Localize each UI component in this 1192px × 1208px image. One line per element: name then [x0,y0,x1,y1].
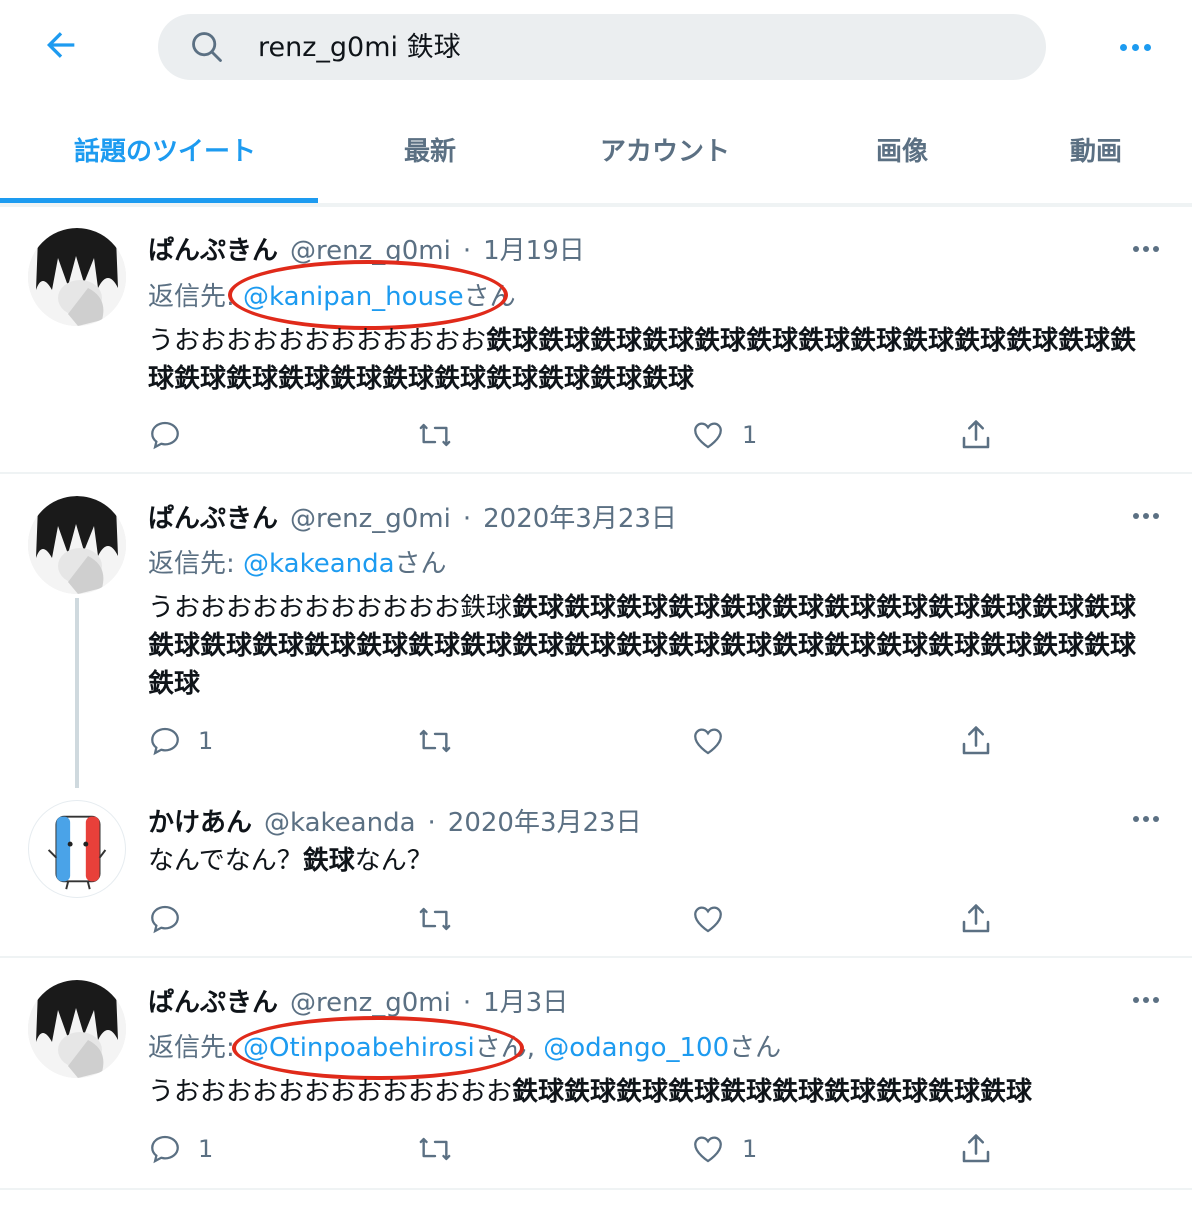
back-arrow-icon [47,32,75,58]
share-button[interactable] [958,900,994,938]
reply-to-link[interactable]: @kakeanda [243,549,395,579]
tweet-date[interactable]: 1月3日 [483,982,568,1019]
tab-top-tweets[interactable]: 話題のツイート [20,132,310,172]
tweet-more-button[interactable] [1126,987,1166,1013]
tweet-date[interactable]: 2020年3月23日 [483,498,677,535]
retweet-button[interactable] [416,722,470,760]
more-icon [1133,997,1139,1003]
separator-dot: · [462,236,472,266]
more-icon [1119,43,1127,51]
tweet-text: うおおおおおおおおおおおおお鉄球鉄球鉄球鉄球鉄球鉄球鉄球鉄球鉄球鉄球 [148,1077,1033,1107]
red-annotation-circle [232,1016,524,1080]
red-annotation-circle [228,260,508,330]
tabs-divider [0,203,1192,207]
row-divider [0,472,1192,474]
reply-icon [151,1135,179,1164]
tab-images[interactable]: 画像 [852,132,952,172]
thread-line [75,598,79,788]
reply-button[interactable]: 1 [148,1130,213,1168]
reply-icon [151,727,179,756]
row-divider [0,1188,1192,1190]
avatar[interactable] [28,228,126,326]
more-icon [1133,513,1139,519]
share-icon [962,1134,990,1163]
avatar[interactable] [28,800,126,898]
separator-dot: · [427,808,436,838]
retweet-icon [419,423,451,447]
avatar[interactable] [28,980,126,1078]
retweet-icon [419,1137,451,1161]
reply-to-line: 返信先: @kakeandaさん [148,549,447,579]
reply-button[interactable] [148,416,198,454]
separator-dot: · [462,504,472,534]
more-icon [1133,246,1139,252]
tab-videos[interactable]: 動画 [1046,132,1146,172]
like-button[interactable] [690,722,742,760]
tweet-date[interactable]: 2020年3月23日 [448,802,642,839]
avatar[interactable] [28,496,126,594]
display-name[interactable]: ぱんぷきん [148,498,278,535]
display-name[interactable]: ぱんぷきん [148,982,278,1019]
reply-button[interactable]: 1 [148,722,213,760]
tweet-header: かけあん @kakeanda · 2020年3月23日 [148,802,642,839]
like-button[interactable]: 1 [690,1130,757,1168]
tweet-more-button[interactable] [1126,806,1166,832]
like-button[interactable]: 1 [690,416,757,454]
tweet-header: ぱんぷきん @renz_g0mi · 1月3日 [148,982,568,1019]
display-name[interactable]: ぱんぷきん [148,230,278,267]
retweet-icon [419,729,451,753]
tweet-date[interactable]: 1月19日 [483,230,585,267]
user-handle[interactable]: @renz_g0mi [290,504,451,534]
share-icon [962,904,990,933]
tweet-text: うおおおおおおおおおおお鉄球鉄球鉄球鉄球鉄球鉄球鉄球鉄球鉄球鉄球鉄球鉄球鉄球鉄球… [148,593,1137,699]
tab-accounts[interactable]: アカウント [580,132,750,172]
share-icon [962,726,990,755]
user-handle[interactable]: @kakeanda [264,808,416,838]
like-icon [694,1136,722,1163]
retweet-button[interactable] [416,416,470,454]
back-button[interactable] [38,22,84,68]
more-options-button[interactable] [1112,30,1158,64]
retweet-button[interactable] [416,900,470,938]
user-handle[interactable]: @renz_g0mi [290,988,451,1018]
like-icon [694,422,722,449]
search-icon [192,32,222,62]
search-input[interactable]: renz_g0mi 鉄球 [258,30,461,66]
share-icon [962,420,990,449]
reply-icon [151,421,179,450]
tweet-text: なんでなん？鉄球なん？ [148,846,433,876]
tweet-header: ぱんぷきん @renz_g0mi · 2020年3月23日 [148,498,677,535]
row-divider [0,956,1192,958]
tab-latest[interactable]: 最新 [380,132,480,172]
reply-icon [151,905,179,934]
retweet-icon [419,907,451,931]
share-button[interactable] [958,1130,994,1168]
separator-dot: · [462,988,472,1018]
reply-button[interactable] [148,900,198,938]
display-name[interactable]: かけあん [148,802,252,839]
retweet-button[interactable] [416,1130,470,1168]
like-icon [694,906,722,933]
tweet-more-button[interactable] [1126,503,1166,529]
tweet-text: うおおおおおおおおおおおお鉄球鉄球鉄球鉄球鉄球鉄球鉄球鉄球鉄球鉄球鉄球鉄球鉄球鉄… [148,326,1137,394]
reply-to-link-2[interactable]: @odango_100 [543,1033,729,1063]
more-icon [1133,816,1139,822]
like-icon [694,728,722,755]
share-button[interactable] [958,722,994,760]
share-button[interactable] [958,416,994,454]
like-button[interactable] [690,900,742,938]
tweet-more-button[interactable] [1126,236,1166,262]
